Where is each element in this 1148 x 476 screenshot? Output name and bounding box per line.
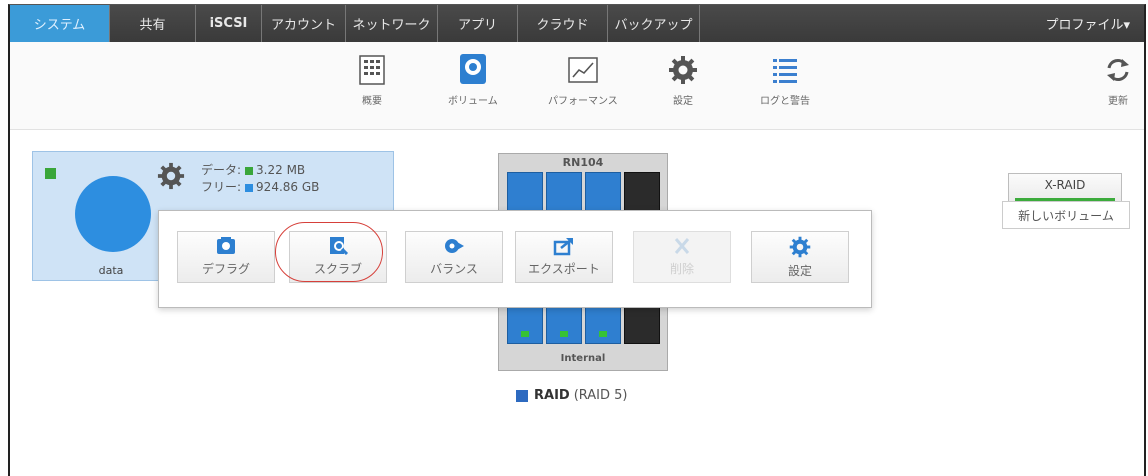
data-value: 3.22 MB — [256, 163, 306, 177]
volume-settings-button[interactable]: 設定 — [751, 231, 849, 283]
volume-disk-icon — [75, 176, 151, 252]
volume-gear-icon[interactable] — [157, 162, 185, 190]
toolbar-settings-label: 設定 — [673, 96, 693, 107]
profile-menu[interactable]: プロファイル▾ — [1004, 5, 1144, 42]
tab-iscsi[interactable]: iSCSI — [196, 5, 262, 42]
balance-icon — [445, 239, 464, 253]
tab-accounts[interactable]: アカウント — [262, 5, 346, 42]
balance-button[interactable]: バランス — [405, 231, 503, 283]
list-icon — [767, 52, 803, 88]
refresh-icon — [1100, 52, 1136, 88]
volume-data-row: データ: 3.22 MB — [201, 162, 319, 179]
tab-backup[interactable]: バックアップ — [608, 5, 700, 42]
volume-icon — [455, 52, 491, 88]
defrag-label: デフラグ — [201, 262, 250, 276]
chart-icon — [565, 52, 601, 88]
toolbar-logs-label: ログと警告 — [760, 96, 810, 107]
volume-name: data — [98, 264, 124, 277]
toolbar-performance-label: パフォーマンス — [548, 96, 618, 107]
toolbar-summary-label: 概要 — [362, 96, 382, 107]
toolbar-logs[interactable]: ログと警告 — [760, 52, 810, 107]
raid-label: RAID — [534, 388, 570, 403]
toolbar-volume[interactable]: ボリューム — [448, 52, 498, 107]
delete-icon — [674, 238, 690, 254]
gear-icon — [665, 52, 701, 88]
delete-button: 削除 — [633, 231, 731, 283]
toolbar-refresh-label: 更新 — [1108, 96, 1128, 107]
summary-icon — [354, 52, 390, 88]
balance-label: バランス — [430, 262, 478, 276]
toolbar-summary[interactable]: 概要 — [354, 52, 390, 107]
export-button[interactable]: エクスポート — [515, 231, 613, 283]
raid-legend: RAID (RAID 5) — [516, 388, 628, 403]
scrub-label: スクラブ — [313, 262, 362, 276]
volume-actions-popup: デフラグ スクラブ バランス エクスポート 削除 設定 — [158, 210, 872, 308]
tab-system[interactable]: システム — [10, 5, 110, 42]
new-volume-button[interactable]: 新しいボリューム — [1002, 201, 1130, 229]
volume-free-row: フリー: 924.86 GB — [201, 179, 319, 196]
volume-stats: データ: 3.22 MB フリー: 924.86 GB — [201, 162, 319, 196]
sub-toolbar: 概要 ボリューム パフォーマンス 設定 ログと警告 更新 — [10, 42, 1144, 130]
volume-status-indicator — [45, 168, 56, 179]
export-icon — [553, 238, 573, 256]
tab-network[interactable]: ネットワーク — [346, 5, 438, 42]
free-legend-swatch — [245, 183, 254, 192]
toolbar-refresh[interactable]: 更新 — [1100, 52, 1136, 107]
settings-gear-icon — [789, 236, 811, 258]
toolbar-volume-label: ボリューム — [448, 96, 498, 107]
free-value: 924.86 GB — [256, 180, 320, 194]
app-window: システム 共有 iSCSI アカウント ネットワーク アプリ クラウド バックア… — [8, 4, 1146, 476]
export-label: エクスポート — [528, 262, 600, 276]
scrub-icon — [330, 237, 349, 256]
tab-cloud[interactable]: クラウド — [518, 5, 608, 42]
tab-shares[interactable]: 共有 — [110, 5, 196, 42]
delete-label: 削除 — [669, 262, 694, 276]
defrag-icon — [217, 237, 235, 254]
drive-led — [521, 331, 529, 337]
top-nav: システム 共有 iSCSI アカウント ネットワーク アプリ クラウド バックア… — [10, 5, 1144, 42]
device-model: RN104 — [562, 156, 604, 169]
raid-level: (RAID 5) — [573, 388, 628, 403]
drive-led — [599, 331, 607, 337]
xraid-label: X-RAID — [1044, 178, 1086, 192]
free-label: フリー: — [201, 180, 242, 194]
drive-led — [560, 331, 568, 337]
data-label: データ: — [201, 163, 242, 177]
volume-settings-label: 設定 — [787, 264, 812, 278]
defrag-button[interactable]: デフラグ — [177, 231, 275, 283]
toolbar-performance[interactable]: パフォーマンス — [548, 52, 618, 107]
scrub-button[interactable]: スクラブ — [289, 231, 387, 283]
tab-apps[interactable]: アプリ — [438, 5, 518, 42]
raid-swatch — [516, 389, 528, 402]
toolbar-settings[interactable]: 設定 — [665, 52, 701, 107]
device-location: Internal — [560, 353, 606, 364]
data-legend-swatch — [245, 166, 254, 175]
